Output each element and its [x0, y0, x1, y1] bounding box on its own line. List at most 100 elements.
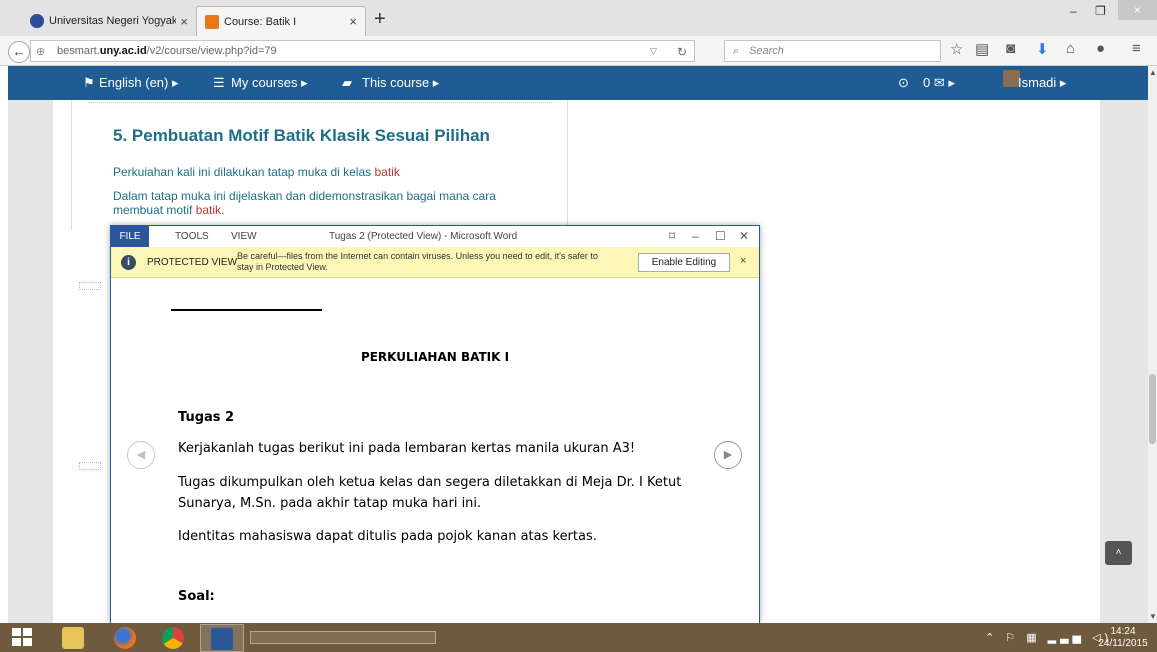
tab-course-batik[interactable]: Course: Batik I ×	[196, 6, 366, 36]
header-rule	[171, 309, 322, 311]
url-domain: uny.ac.id	[99, 45, 147, 57]
back-to-top-button[interactable]: ˄	[1105, 541, 1132, 565]
highlight-word: batik	[195, 203, 222, 217]
tab-title: Universitas Negeri Yogyak...	[49, 15, 177, 27]
word-title-bar: FILE TOOLS VIEW Tugas 2 (Protected View)…	[111, 226, 759, 247]
reload-icon[interactable]: ↻	[677, 45, 687, 59]
section-text: Dalam tatap muka ini dijelaskan dan dide…	[113, 189, 496, 217]
start-button[interactable]	[12, 628, 32, 646]
windows-logo-icon	[12, 638, 21, 646]
section-text-1: Perkuiahan kali ini dilakukan tatap muka…	[113, 165, 553, 179]
questions-heading: Soal:	[178, 589, 215, 604]
word-reader-window: FILE TOOLS VIEW Tugas 2 (Protected View)…	[110, 225, 760, 623]
section-text-2: Dalam tatap muka ini dijelaskan dan dide…	[113, 189, 523, 217]
uny-favicon-icon	[30, 14, 44, 28]
document-page: PERKULIAHAN BATIK I Tugas 2 Kerjakanlah …	[111, 279, 759, 623]
window-restore-button[interactable]: ❐	[1095, 4, 1106, 18]
star-icon[interactable]: ☆	[950, 40, 963, 58]
windows-taskbar: ⌃ ⚐ ▦ ▂▃▅ ◁) 14:24 24/11/2015	[0, 623, 1157, 652]
tab-universitas[interactable]: Universitas Negeri Yogyak... ×	[22, 6, 196, 36]
paragraph-1: Kerjakanlah tugas berikut ini pada lemba…	[178, 441, 636, 456]
search-input[interactable]: Search	[724, 40, 941, 62]
word-close-button[interactable]: ✕	[739, 229, 749, 243]
protected-view-label: PROTECTED VIEW	[147, 257, 238, 268]
window-minimize-button[interactable]: –	[1070, 4, 1077, 18]
system-tray[interactable]: ⌃ ⚐ ▦ ▂▃▅ ◁)	[985, 631, 1112, 644]
section-title: 5. Pembuatan Motif Batik Klasik Sesuai P…	[113, 126, 490, 145]
scrollbar-thumb[interactable]	[1149, 374, 1156, 444]
clock-time: 14:24	[1110, 626, 1136, 637]
assignment-title: Tugas 2	[178, 410, 235, 425]
close-bar-icon[interactable]: ×	[740, 255, 746, 267]
user-menu[interactable]: Ismadi ▸	[1018, 75, 1066, 91]
activity-indent	[79, 462, 101, 470]
home-icon[interactable]: ⌂	[1066, 40, 1075, 57]
tab-close-icon[interactable]: ×	[349, 14, 357, 29]
next-page-icon[interactable]: ▶	[714, 441, 742, 469]
settings-icon[interactable]: ⊙	[898, 75, 909, 91]
back-button[interactable]: ←	[8, 41, 30, 63]
url-bar[interactable]: besmart.uny.ac.id/v2/course/view.php?id=…	[30, 40, 695, 62]
new-tab-button[interactable]: +	[374, 8, 386, 31]
folder-icon	[62, 627, 84, 649]
url-dropdown-icon[interactable]: ▽	[650, 46, 657, 57]
windows-logo-icon	[23, 638, 32, 646]
taskbar-word[interactable]	[200, 624, 244, 652]
taskbar-window-strip[interactable]	[250, 631, 436, 644]
url-path: /v2/course/view.php?id=79	[146, 45, 277, 57]
protected-view-bar: i PROTECTED VIEW Be careful—files from t…	[111, 247, 759, 278]
chat-icon[interactable]: ●	[1096, 40, 1105, 57]
paragraph-3: Identitas mahasiswa dapat ditulis pada p…	[178, 529, 597, 544]
taskbar-clock[interactable]: 14:24 24/11/2015	[1095, 626, 1151, 650]
scroll-down-icon[interactable]: ▼	[1149, 612, 1157, 621]
moodle-navbar: ⚑ English (en) ▸ ☰ My courses ▸ ▰ This c…	[8, 66, 1148, 100]
flag-icon: ⚑	[83, 75, 95, 90]
read-mode-icon[interactable]: ⌑	[669, 229, 675, 243]
this-course-menu[interactable]: This course ▸	[362, 75, 439, 91]
window-close-button[interactable]: ×	[1118, 0, 1157, 20]
activity-indent	[79, 282, 101, 290]
courses-icon: ☰	[213, 75, 225, 90]
url-prefix: besmart.	[57, 45, 100, 57]
section-text-end: .	[221, 203, 225, 217]
section-text: Perkuiahan kali ini dilakukan tatap muka…	[113, 165, 375, 179]
messages-menu[interactable]: 0 ✉ ▸	[923, 75, 955, 91]
word-window-title: Tugas 2 (Protected View) - Microsoft Wor…	[329, 231, 518, 242]
page-scrollbar[interactable]	[1148, 66, 1157, 623]
shield-icon: i	[121, 255, 136, 270]
enable-editing-button[interactable]: Enable Editing	[638, 253, 730, 272]
moodle-favicon-icon	[205, 14, 219, 29]
paragraph-2: Tugas dikumpulkan oleh ketua kelas dan s…	[178, 475, 682, 511]
pocket-icon[interactable]: ◙	[1006, 40, 1015, 57]
taskbar-explorer[interactable]	[52, 624, 96, 652]
taskbar-firefox[interactable]	[104, 624, 148, 652]
windows-logo-icon	[12, 628, 21, 636]
language-menu[interactable]: English (en) ▸	[99, 75, 179, 91]
word-icon	[211, 628, 233, 650]
firefox-icon	[114, 627, 136, 649]
document-heading: PERKULIAHAN BATIK I	[360, 350, 510, 364]
site-info-icon[interactable]: ⊕	[36, 45, 45, 58]
word-maximize-button[interactable]: ☐	[715, 229, 726, 243]
scroll-up-icon[interactable]: ▲	[1149, 68, 1157, 77]
word-minimize-button[interactable]: –	[692, 229, 699, 243]
book-icon: ▰	[342, 75, 352, 90]
search-icon: ⌕	[733, 45, 740, 57]
protected-view-message: Be careful—files from the Internet can c…	[237, 251, 598, 272]
download-icon[interactable]: ⬇	[1036, 40, 1049, 58]
menu-icon[interactable]: ≡	[1132, 40, 1141, 57]
file-menu[interactable]: FILE	[111, 226, 149, 247]
windows-logo-icon	[23, 628, 32, 636]
previous-page-icon[interactable]: ◀	[127, 441, 155, 469]
my-courses-menu[interactable]: My courses ▸	[231, 75, 308, 91]
tools-menu[interactable]: TOOLS	[175, 231, 209, 242]
tab-close-icon[interactable]: ×	[180, 14, 188, 29]
tab-title: Course: Batik I	[224, 15, 297, 28]
bookmarks-icon[interactable]: ▤	[975, 40, 989, 58]
taskbar-chrome[interactable]	[152, 624, 196, 652]
browser-tab-bar: Universitas Negeri Yogyak... × Course: B…	[0, 0, 1157, 36]
highlight-word: batik	[374, 165, 400, 179]
chrome-icon	[162, 627, 184, 649]
clock-date: 24/11/2015	[1098, 638, 1148, 649]
view-menu[interactable]: VIEW	[231, 231, 257, 242]
